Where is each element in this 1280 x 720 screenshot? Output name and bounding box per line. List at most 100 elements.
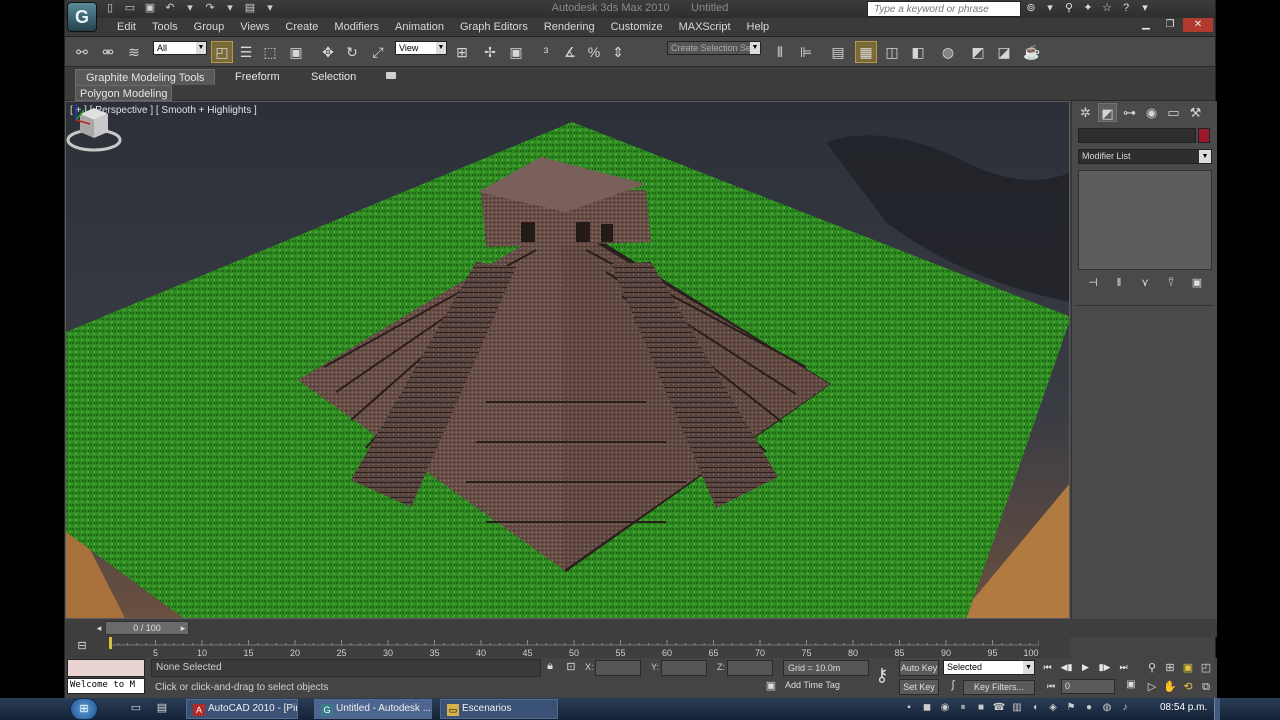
select-object-icon[interactable]: ◰ bbox=[211, 41, 233, 63]
curve-editor-icon[interactable]: ◫ bbox=[881, 41, 903, 63]
time-slider[interactable]: ◂ 0 / 100 ▸ bbox=[65, 619, 1217, 637]
percent-snap-icon[interactable]: % bbox=[583, 41, 605, 63]
motion-tab-icon[interactable]: ◉ bbox=[1142, 103, 1161, 122]
y-coordinate-field[interactable] bbox=[661, 660, 707, 676]
default-in-out-tangent-icon[interactable]: ∫ bbox=[945, 679, 961, 695]
help-dropdown-icon[interactable]: ▾ bbox=[1137, 1, 1153, 16]
start-button[interactable]: ⊞ bbox=[70, 698, 98, 720]
maximize-viewport-icon[interactable]: ⧉ bbox=[1197, 678, 1215, 697]
schematic-view-icon[interactable]: ◧ bbox=[907, 41, 929, 63]
go-to-start-icon[interactable]: ⏮ bbox=[1039, 660, 1056, 675]
binoculars-icon[interactable]: ⊚ bbox=[1023, 1, 1039, 16]
tray-sound-icon[interactable]: ♪ bbox=[1118, 701, 1132, 715]
menu-help[interactable]: Help bbox=[739, 21, 778, 33]
menu-tools[interactable]: Tools bbox=[144, 21, 186, 33]
show-desktop-button[interactable] bbox=[1214, 698, 1220, 720]
favorites-icon[interactable]: ☆ bbox=[1099, 1, 1115, 16]
tray-flag-icon[interactable]: ⚑ bbox=[1064, 701, 1078, 715]
tray-media-icon[interactable]: ◼ bbox=[920, 701, 934, 715]
open-mini-curve-editor-icon[interactable]: ⊟ bbox=[75, 640, 89, 652]
minimize-icon[interactable]: ▁ bbox=[1135, 18, 1157, 32]
angle-snap-icon[interactable]: ∡ bbox=[559, 41, 581, 63]
tab-freeform[interactable]: Freeform bbox=[225, 69, 290, 85]
pan-icon[interactable]: ✋ bbox=[1161, 678, 1179, 697]
window-crossing-icon[interactable]: ▣ bbox=[285, 41, 307, 63]
quicklaunch-app-icon[interactable]: ▤ bbox=[154, 701, 170, 717]
layer-manager-icon[interactable]: ▤ bbox=[827, 41, 849, 63]
subscription-icon[interactable]: ✦ bbox=[1080, 1, 1096, 16]
modifier-stack[interactable] bbox=[1078, 170, 1212, 270]
help-icon[interactable]: ? bbox=[1118, 1, 1134, 16]
menu-maxscript[interactable]: MAXScript bbox=[671, 21, 739, 33]
field-of-view-icon[interactable]: ▷ bbox=[1143, 678, 1161, 697]
zoom-all-icon[interactable]: ⊞ bbox=[1161, 659, 1179, 678]
set-key-button[interactable]: Set Key bbox=[899, 679, 939, 695]
z-coordinate-field[interactable] bbox=[727, 660, 773, 676]
modifier-list-select[interactable]: Modifier List ▼ bbox=[1078, 149, 1212, 164]
time-prev-icon[interactable]: ◂ bbox=[93, 621, 105, 635]
graphite-tools-toggle-icon[interactable]: ▦ bbox=[855, 41, 877, 63]
mirror-icon[interactable]: ⫴ bbox=[769, 41, 791, 63]
menu-modifiers[interactable]: Modifiers bbox=[326, 21, 387, 33]
taskbar-item-autocad[interactable]: A AutoCAD 2010 - [Pir... bbox=[186, 699, 298, 719]
hierarchy-tab-icon[interactable]: ⊶ bbox=[1120, 103, 1139, 122]
menu-group[interactable]: Group bbox=[186, 21, 233, 33]
key-filters-button[interactable]: Key Filters... bbox=[963, 680, 1035, 695]
object-name-field[interactable] bbox=[1078, 128, 1196, 143]
taskbar-item-3dsmax[interactable]: G Untitled - Autodesk ... bbox=[314, 699, 432, 719]
x-coordinate-field[interactable] bbox=[595, 660, 641, 676]
add-time-tag[interactable]: Add Time Tag bbox=[785, 680, 840, 690]
pivot-center-icon[interactable]: ⊞ bbox=[451, 41, 473, 63]
tray-play-icon[interactable]: ◉ bbox=[938, 701, 952, 715]
time-configuration-icon[interactable]: ▣ bbox=[1123, 679, 1139, 694]
make-unique-icon[interactable]: ⋎ bbox=[1136, 275, 1154, 291]
align-icon[interactable]: ⊫ bbox=[795, 41, 817, 63]
selection-region-icon[interactable]: ⬚ bbox=[259, 41, 281, 63]
key-mode-toggle-icon[interactable]: ⏮ bbox=[1043, 679, 1059, 694]
menu-customize[interactable]: Customize bbox=[603, 21, 671, 33]
current-frame-field[interactable]: 0 bbox=[1061, 679, 1115, 694]
render-setup-icon[interactable]: ◩ bbox=[967, 41, 989, 63]
show-desktop-quicklaunch-icon[interactable]: ▭ bbox=[128, 701, 144, 717]
modify-tab-icon[interactable]: ◩ bbox=[1098, 103, 1117, 122]
tray-antivirus-icon[interactable]: ● bbox=[1082, 701, 1096, 715]
menu-create[interactable]: Create bbox=[277, 21, 326, 33]
unlink-icon[interactable]: ⚮ bbox=[97, 41, 119, 63]
taskbar-item-escenarios[interactable]: ▭ Escenarios bbox=[440, 699, 558, 719]
bind-space-warp-icon[interactable]: ≋ bbox=[123, 41, 145, 63]
select-rotate-icon[interactable]: ↻ bbox=[341, 41, 363, 63]
spinner-snap-icon[interactable]: ⇕ bbox=[607, 41, 629, 63]
tray-skype-icon[interactable]: ☎ bbox=[992, 701, 1006, 715]
configure-modifier-sets-icon[interactable]: ▣ bbox=[1188, 275, 1206, 291]
next-frame-icon[interactable]: ▮▶ bbox=[1096, 660, 1113, 675]
time-next-icon[interactable]: ▸ bbox=[177, 621, 189, 635]
tab-graphite-modeling-tools[interactable]: Graphite Modeling Tools bbox=[75, 69, 216, 85]
previous-frame-icon[interactable]: ◀▮ bbox=[1058, 660, 1075, 675]
select-and-link-icon[interactable]: ⚯ bbox=[71, 41, 93, 63]
time-tag-icon[interactable]: ▣ bbox=[763, 679, 779, 695]
menu-graph-editors[interactable]: Graph Editors bbox=[452, 21, 536, 33]
perspective-viewport[interactable]: [ + ] [ Perspective ] [ Smooth + Highlig… bbox=[65, 101, 1070, 619]
zoom-extents-all-icon[interactable]: ◰ bbox=[1197, 659, 1215, 678]
menu-views[interactable]: Views bbox=[232, 21, 277, 33]
tray-pause-icon[interactable]: ⏸ bbox=[956, 701, 970, 715]
maxscript-mini-listener[interactable] bbox=[67, 659, 145, 677]
play-icon[interactable]: ▶ bbox=[1077, 660, 1094, 675]
remove-modifier-icon[interactable]: ⍢ bbox=[1162, 275, 1180, 291]
zoom-icon[interactable]: ⚲ bbox=[1143, 659, 1161, 678]
ribbon-minimize-icon[interactable] bbox=[386, 72, 396, 79]
pin-stack-icon[interactable]: ⊣ bbox=[1084, 275, 1102, 291]
tab-selection[interactable]: Selection bbox=[301, 69, 366, 85]
menu-rendering[interactable]: Rendering bbox=[536, 21, 603, 33]
create-tab-icon[interactable]: ✲ bbox=[1076, 103, 1095, 122]
keyboard-shortcut-override-icon[interactable]: ▣ bbox=[505, 41, 527, 63]
track-bar[interactable]: ⊟ 5 10 15 20 25 30 35 40 45 50 55 60 65 70 75 80 85 90 95 1… bbox=[65, 637, 1070, 658]
select-move-icon[interactable]: ✥ bbox=[317, 41, 339, 63]
absolute-mode-icon[interactable]: ⊡ bbox=[563, 660, 579, 676]
reference-coordinate-select[interactable]: View ▼ bbox=[395, 41, 447, 55]
search-input[interactable]: Type a keyword or phrase bbox=[867, 1, 1021, 17]
tray-volume-icon[interactable]: ◖ bbox=[1028, 701, 1042, 715]
orbit-icon[interactable]: ⟲ bbox=[1179, 678, 1197, 697]
select-by-name-icon[interactable]: ☰ bbox=[235, 41, 257, 63]
go-to-end-icon[interactable]: ⏭ bbox=[1115, 660, 1132, 675]
